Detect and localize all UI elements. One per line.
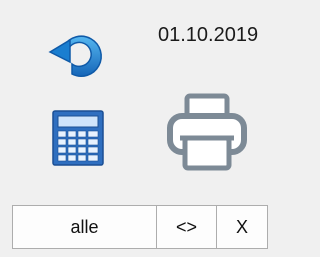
date-label: 01.10.2019	[158, 24, 259, 46]
close-button[interactable]: X	[217, 205, 268, 249]
button-bar: alle <> X	[12, 205, 268, 249]
refresh-button[interactable]	[44, 18, 112, 86]
refresh-icon	[48, 35, 102, 77]
calculator-button[interactable]	[52, 110, 104, 166]
print-button[interactable]	[166, 92, 248, 174]
all-button[interactable]: alle	[12, 205, 157, 249]
calculator-icon	[52, 110, 104, 166]
nav-toggle-button[interactable]: <>	[157, 205, 217, 249]
printer-icon	[167, 93, 247, 171]
